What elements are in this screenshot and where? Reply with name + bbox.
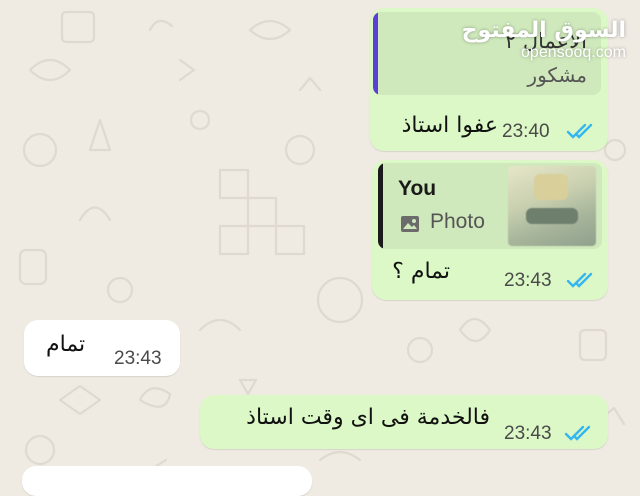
double-check-icon [566,272,593,288]
message-bubble-outgoing[interactable]: You Photo تمام ؟ 23:43 [372,160,608,300]
quoted-body: مشكور [527,63,587,87]
photo-blurred-object [526,208,578,224]
message-text: فالخدمة فى اى وقت استاذ [246,405,490,430]
quote-accent-bar [378,163,383,249]
quoted-photo-thumbnail[interactable] [508,166,596,246]
photo-blurred-object [534,174,568,200]
message-text: تمام ؟ [392,259,450,284]
quoted-message[interactable]: You Photo [378,163,602,249]
message-time: 23:40 [502,121,550,142]
message-text: عفوا استاذ [401,113,498,138]
quote-accent-bar [373,12,378,95]
double-check-icon [564,425,591,441]
message-time: 23:43 [114,348,162,369]
quoted-type-label: Photo [430,210,485,233]
message-text: تمام [46,332,86,357]
quoted-author: You [398,177,437,200]
message-time: 23:43 [504,270,552,291]
double-check-icon [566,123,593,139]
message-time: 23:43 [504,423,552,444]
message-bubble-incoming-partial[interactable] [22,466,312,496]
opensooq-watermark: السوق المفتوح opensooq.com [461,18,626,61]
image-icon [401,216,419,232]
message-bubble-outgoing[interactable]: فالخدمة فى اى وقت استاذ 23:43 [200,395,608,449]
message-bubble-incoming[interactable]: تمام 23:43 [24,320,180,376]
